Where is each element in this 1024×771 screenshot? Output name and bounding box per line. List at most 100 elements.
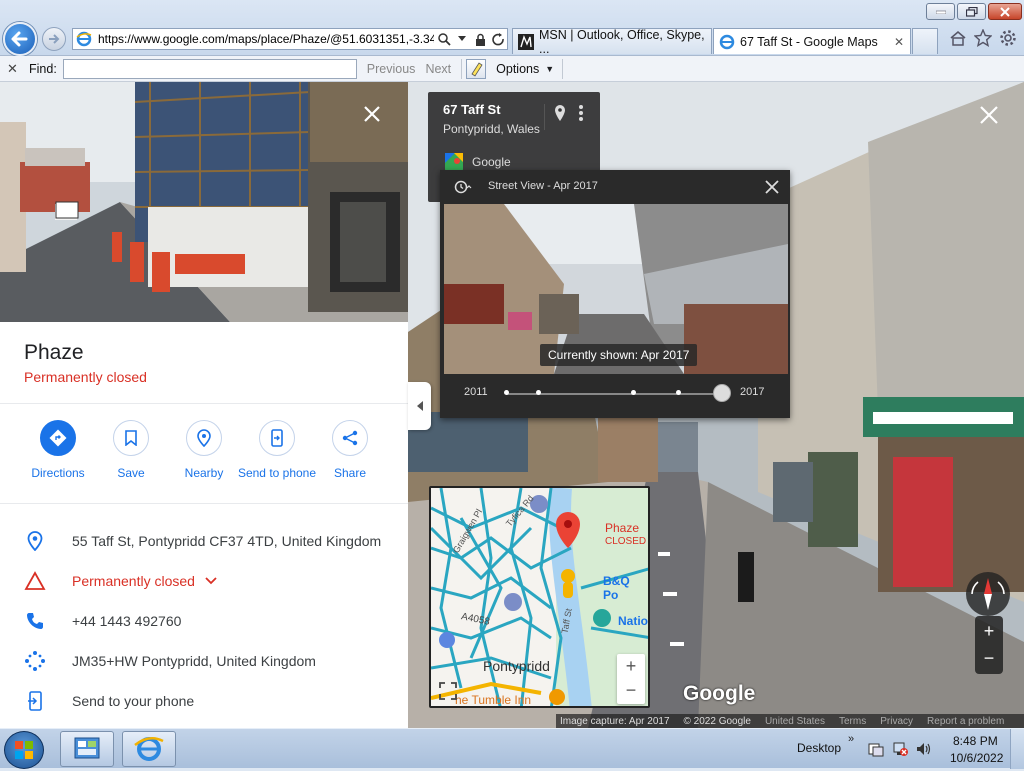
action-center-icon[interactable] [868,741,884,757]
timeline-slider-handle[interactable] [713,384,731,402]
map-poi-label: he Tumble Inn [455,693,532,707]
close-icon[interactable] [978,104,1000,126]
street-view-footer: Image capture: Apr 2017 © 2022 Google Un… [556,714,1024,728]
address-row[interactable]: 55 Taff St, Pontypridd CF37 4TD, United … [0,521,408,561]
street-view-panorama[interactable]: 67 Taff St Pontypridd, Wales Google Stre… [408,82,1024,728]
search-icon[interactable] [436,31,452,47]
close-window-button[interactable] [988,3,1022,20]
tab-label: 67 Taff St - Google Maps [740,34,878,49]
share-button[interactable]: Share [310,420,390,481]
terms-link[interactable]: Terms [839,716,866,727]
restore-icon [965,6,978,17]
zoom-out-button[interactable]: − [975,646,1003,672]
nearby-button[interactable]: Nearby [164,420,244,481]
favorites-star-icon[interactable] [973,28,993,48]
show-desktop-button[interactable] [1010,729,1024,769]
clock-date[interactable]: 10/6/2022 [950,751,1003,765]
closed-status-row[interactable]: Permanently closed [0,561,408,601]
zoom-in-button[interactable]: + [617,654,645,679]
action-label: Save [117,466,145,480]
map-place-status: CLOSED [605,536,647,547]
timeline-stop[interactable] [504,390,509,395]
map-poi-label: Natio [618,614,648,628]
location-pin-icon[interactable] [554,104,566,122]
phone-row[interactable]: +44 1443 492760 [0,601,408,641]
divider [0,503,408,504]
find-input[interactable] [62,58,357,79]
find-next-button[interactable]: Next [425,62,451,76]
send-to-phone-row[interactable]: Send to your phone [0,681,408,721]
tab-msn[interactable]: MSN | Outlook, Office, Skype, ... [512,28,712,56]
refresh-icon[interactable] [490,31,506,47]
find-close-icon[interactable]: ✕ [7,61,21,77]
street-view-city: Pontypridd, Wales [443,122,540,136]
google-watermark: Google [683,682,756,705]
lock-icon[interactable] [472,31,488,47]
map-place-label: Phaze [605,521,640,535]
network-icon[interactable] [892,741,908,757]
ie-favicon-icon [76,31,92,47]
desktop-toolbar-label[interactable]: Desktop [797,741,841,755]
start-button[interactable] [4,731,44,769]
privacy-link[interactable]: Privacy [880,716,913,727]
control-panel-icon [74,737,100,759]
minimize-button[interactable] [926,3,955,20]
windows-logo-icon [15,741,33,759]
maximize-button[interactable] [957,3,986,20]
find-label: Find: [29,61,57,76]
more-options-icon[interactable] [578,104,584,122]
country-link[interactable]: United States [765,716,825,727]
zoom-in-button[interactable]: + [975,618,1003,644]
report-problem-link[interactable]: Report a problem [927,716,1004,727]
address-bar[interactable]: https://www.google.com/maps/place/Phaze/… [72,28,508,50]
find-options-button[interactable]: Options [496,62,539,76]
zoom-out-button[interactable]: − [617,679,645,704]
send-to-phone-text: Send to your phone [72,693,195,709]
dropdown-caret-icon[interactable] [454,31,470,47]
timeline-stop[interactable] [676,390,681,395]
directions-icon [49,429,67,447]
directions-button[interactable]: Directions [18,420,98,481]
time-machine-preview[interactable]: Currently shown: Apr 2017 [444,204,788,374]
divider [544,104,545,130]
volume-icon[interactable] [915,741,931,757]
new-tab-button[interactable] [912,28,938,54]
expand-map-icon[interactable] [437,680,459,702]
tab-google-maps[interactable]: 67 Taff St - Google Maps ✕ [713,28,911,54]
close-icon[interactable] [764,179,780,195]
tab-close-icon[interactable]: ✕ [894,35,904,49]
currently-shown-tooltip: Currently shown: Apr 2017 [540,344,698,366]
history-clock-icon[interactable] [454,180,472,194]
mini-map[interactable]: Phaze CLOSED B&Q Po Natio A4058 Tyfica R… [429,486,650,708]
back-button[interactable] [3,22,37,56]
dropdown-caret-icon[interactable]: ▼ [545,64,554,74]
provider-label: Google [472,155,511,169]
find-previous-button[interactable]: Previous [367,62,416,76]
timeline-stop[interactable] [631,390,636,395]
home-icon[interactable] [948,28,968,48]
toolbar-chevron-icon[interactable]: » [848,733,854,745]
forward-button[interactable] [42,27,66,51]
close-icon[interactable] [362,104,382,124]
place-sidebar: Phaze Permanently closed Directions Save… [0,82,408,728]
timeline-stop[interactable] [536,390,541,395]
address-url[interactable]: https://www.google.com/maps/place/Phaze/… [98,32,434,46]
street-photo [0,82,408,322]
compass-button[interactable] [966,572,1010,616]
place-hero-photo[interactable] [0,82,408,322]
plus-code-row[interactable]: JM35+HW Pontypridd, United Kingdom [0,641,408,681]
save-button[interactable]: Save [91,420,171,481]
divider [461,58,463,79]
settings-gear-icon[interactable] [998,28,1018,48]
location-pin-icon [27,531,43,551]
send-to-phone-button[interactable]: Send to phone [237,420,317,481]
taskbar-internet-explorer[interactable] [122,731,176,767]
windows-taskbar: Desktop » 8:48 PM 10/6/2022 [0,728,1024,769]
close-icon [1000,6,1010,17]
collapse-panel-button[interactable] [408,382,431,430]
chevron-down-icon[interactable] [205,577,217,585]
taskbar-control-panel[interactable] [60,731,114,767]
clock-time[interactable]: 8:48 PM [953,734,998,748]
highlight-matches-icon[interactable] [466,58,487,79]
timeline-start-year: 2011 [464,386,488,398]
